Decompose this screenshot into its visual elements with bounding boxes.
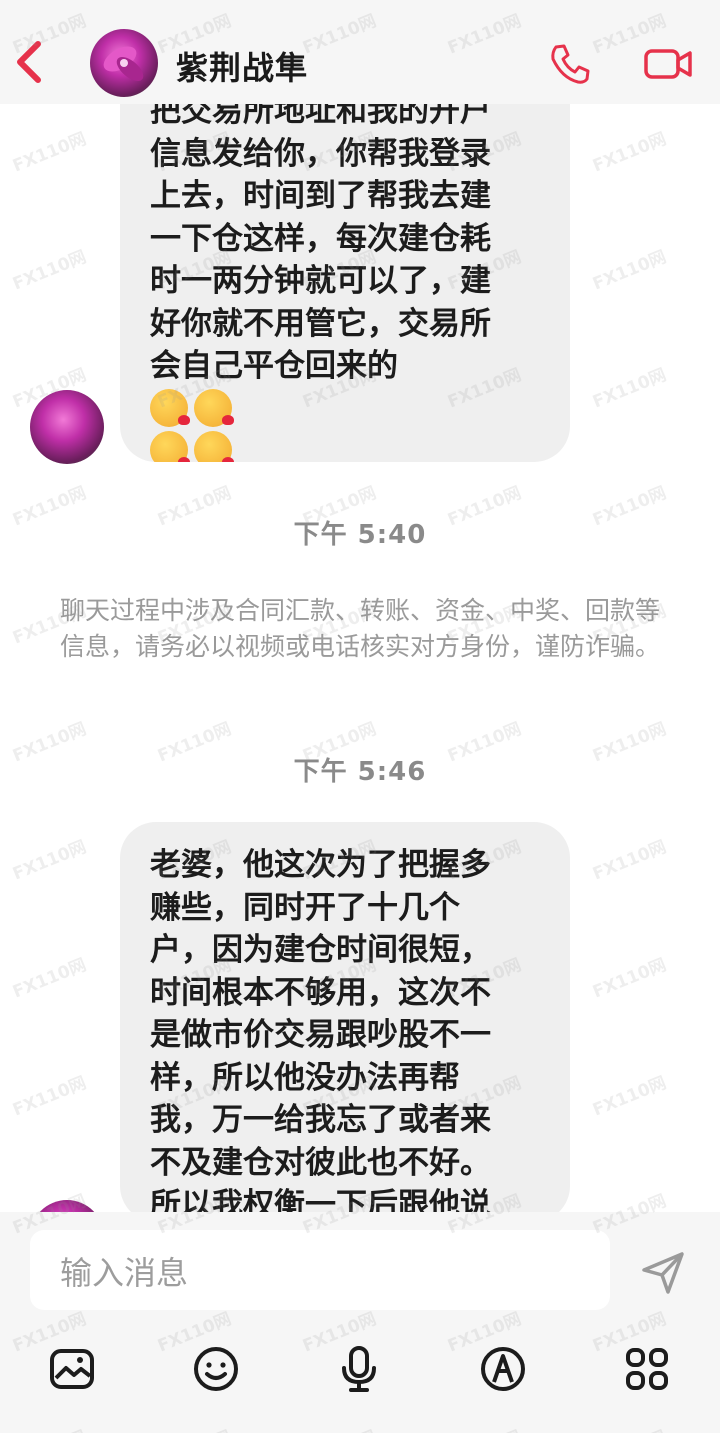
- watermark-text: FX110网: [590, 955, 670, 1003]
- kissing-face-icon: [150, 431, 190, 462]
- kissing-face-icon: [150, 388, 190, 427]
- composer-bar: 输入消息: [0, 1212, 720, 1433]
- more-apps-button[interactable]: [622, 1344, 672, 1394]
- back-chevron-icon: [17, 41, 41, 83]
- emoji-icon: [194, 1347, 238, 1391]
- message-text: 老婆，他这次为了把握多 赚些，同时开了十几个 户，因为建仓时间很短， 时间根本不…: [150, 847, 491, 1222]
- more-apps-icon: [626, 1348, 668, 1390]
- message-input[interactable]: 输入消息: [30, 1230, 610, 1310]
- watermark-text: FX110网: [590, 837, 670, 885]
- watermark-text: FX110网: [10, 837, 90, 885]
- video-camera-icon: [644, 49, 692, 79]
- sender-avatar[interactable]: [30, 390, 104, 464]
- watermark-text: FX110网: [590, 1073, 670, 1121]
- emoji-button[interactable]: [191, 1344, 241, 1394]
- input-placeholder: 输入消息: [60, 1254, 189, 1292]
- draw-icon: [481, 1347, 525, 1391]
- watermark-text: FX110网: [10, 129, 90, 177]
- watermark-text: FX110网: [10, 247, 90, 295]
- photo-button[interactable]: [47, 1344, 97, 1394]
- send-icon: [642, 1252, 684, 1294]
- watermark-text: FX110网: [10, 1073, 90, 1121]
- emoji-group: [150, 388, 238, 462]
- phone-icon: [551, 44, 590, 84]
- back-button[interactable]: [12, 38, 52, 86]
- watermark-text: FX110网: [10, 955, 90, 1003]
- kissing-face-icon: [194, 431, 234, 462]
- chat-title: 紫荆战隼: [176, 49, 309, 87]
- message-bubble-received[interactable]: 把交易所地址和我的开户 信息发给你，你帮我登录 上去，时间到了帮我去建 一下仓这…: [120, 60, 570, 462]
- microphone-icon: [342, 1346, 376, 1392]
- send-button[interactable]: [638, 1248, 688, 1298]
- watermark-text: FX110网: [590, 365, 670, 413]
- voice-message-button[interactable]: [334, 1344, 384, 1394]
- timestamp: 下午 5:46: [293, 757, 427, 787]
- photo-icon: [50, 1349, 94, 1389]
- contact-avatar[interactable]: [90, 29, 158, 97]
- draw-button[interactable]: [478, 1344, 528, 1394]
- watermark-text: FX110网: [590, 129, 670, 177]
- kissing-face-icon: [194, 388, 234, 427]
- fraud-warning-notice: 聊天过程中涉及合同汇款、转账、资金、中奖、回款等信息，请务必以视频或电话核实对方…: [60, 596, 661, 661]
- timestamp: 下午 5:40: [293, 520, 427, 550]
- chat-header: 紫荆战隼: [0, 0, 720, 104]
- watermark-text: FX110网: [590, 247, 670, 295]
- voice-call-button[interactable]: [548, 42, 592, 86]
- video-call-button[interactable]: [642, 44, 694, 84]
- message-bubble-received[interactable]: 老婆，他这次为了把握多 赚些，同时开了十几个 户，因为建仓时间很短， 时间根本不…: [120, 822, 570, 1222]
- message-text: 把交易所地址和我的开户 信息发给你，你帮我登录 上去，时间到了帮我去建 一下仓这…: [150, 93, 491, 384]
